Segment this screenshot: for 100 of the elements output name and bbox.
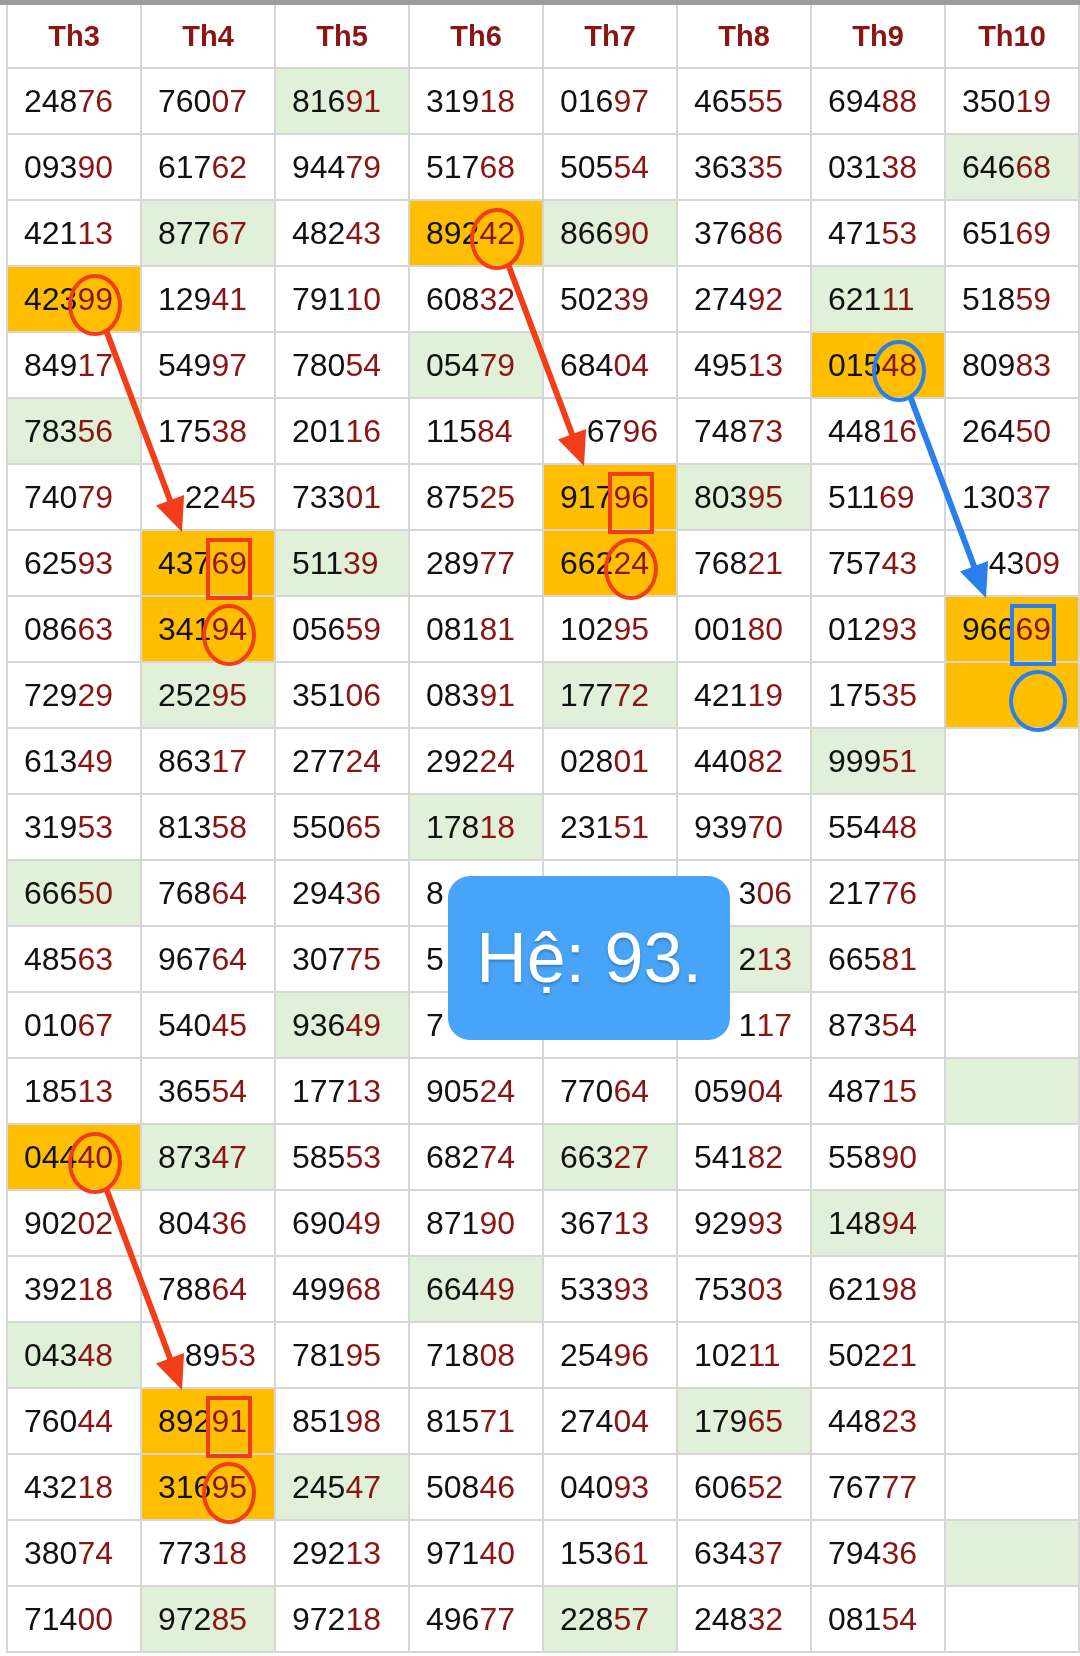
table-cell: 08154 <box>812 1587 946 1653</box>
table-cell: 02801 <box>544 729 678 795</box>
table-cell: 78195 <box>276 1323 410 1389</box>
table-cell: 17713 <box>276 1059 410 1125</box>
table-cell: 55448 <box>812 795 946 861</box>
table-cell: 62198 <box>812 1257 946 1323</box>
table-cell: 93649 <box>276 993 410 1059</box>
table-cell: 54182 <box>678 1125 812 1191</box>
column-header: Th6 <box>410 5 544 69</box>
table-cell: 94479 <box>276 135 410 201</box>
table-cell: 86690 <box>544 201 678 267</box>
table-cell: 58553 <box>276 1125 410 1191</box>
table-cell: 46555 <box>678 69 812 135</box>
table-cell: 74079 <box>8 465 142 531</box>
table-cell: 44823 <box>812 1389 946 1455</box>
table-cell: 29213 <box>276 1521 410 1587</box>
table-cell: 51169 <box>812 465 946 531</box>
table-cell: 36335 <box>678 135 812 201</box>
table-cell: 53393 <box>544 1257 678 1323</box>
table-cell: 51139 <box>276 531 410 597</box>
table-cell: 25295 <box>142 663 276 729</box>
table-cell: 05479 <box>410 333 544 399</box>
table-cell: 22857 <box>544 1587 678 1653</box>
table-cell: 20116 <box>276 399 410 465</box>
table-cell: 87354 <box>812 993 946 1059</box>
table-cell: 69488 <box>812 69 946 135</box>
table-cell: 11584 <box>410 399 544 465</box>
table-cell: 21776 <box>812 861 946 927</box>
table-cell: 17538 <box>142 399 276 465</box>
column-header: Th3 <box>8 5 142 69</box>
table-cell: 50846 <box>410 1455 544 1521</box>
table-cell: 97140 <box>410 1521 544 1587</box>
table-cell: 54997 <box>142 333 276 399</box>
table-cell: 04093 <box>544 1455 678 1521</box>
table-cell: 24547 <box>276 1455 410 1521</box>
table-cell: 05659 <box>276 597 410 663</box>
table-cell: 31918 <box>410 69 544 135</box>
table-cell: 96764 <box>142 927 276 993</box>
table-cell: 50221 <box>812 1323 946 1389</box>
table-cell: 76864 <box>142 861 276 927</box>
table-cell: 17772 <box>544 663 678 729</box>
table-cell: 51859 <box>946 267 1080 333</box>
table-cell: 90524 <box>410 1059 544 1125</box>
table-cell: 17965 <box>678 1389 812 1455</box>
table-cell: 44816 <box>812 399 946 465</box>
table-cell: 99951 <box>812 729 946 795</box>
table-cell: 29436 <box>276 861 410 927</box>
table-cell: 75743 <box>812 531 946 597</box>
table-cell: 05904 <box>678 1059 812 1125</box>
table-cell: 27724 <box>276 729 410 795</box>
table-cell: 25496 <box>544 1323 678 1389</box>
table-cell: 01697 <box>544 69 678 135</box>
column-header: Th4 <box>142 5 276 69</box>
table-cell: 60652 <box>678 1455 812 1521</box>
table-cell: 78356 <box>8 399 142 465</box>
table-cell: 37686 <box>678 201 812 267</box>
table-cell: 81571 <box>410 1389 544 1455</box>
table-cell: 66327 <box>544 1125 678 1191</box>
column-header: Th7 <box>544 5 678 69</box>
column-header: Th8 <box>678 5 812 69</box>
table-cell: 61349 <box>8 729 142 795</box>
table-cell: 24876 <box>8 69 142 135</box>
table-cell: 04348 <box>8 1323 142 1389</box>
table-cell: 80983 <box>946 333 1080 399</box>
column-header: Th9 <box>812 5 946 69</box>
table-cell: 81691 <box>276 69 410 135</box>
popup-label: Hệ: 93. <box>448 876 730 1040</box>
table-cell: 66449 <box>410 1257 544 1323</box>
table-cell: 09390 <box>8 135 142 201</box>
table-cell: 76777 <box>812 1455 946 1521</box>
table-cell: 13037 <box>946 465 1080 531</box>
table-cell: 50239 <box>544 267 678 333</box>
table-cell: 93970 <box>678 795 812 861</box>
table-cell: 48563 <box>8 927 142 993</box>
table-cell: 71808 <box>410 1323 544 1389</box>
table-cell: 01067 <box>8 993 142 1059</box>
table-cell: 97218 <box>276 1587 410 1653</box>
table-cell: 36713 <box>544 1191 678 1257</box>
table-cell: 62111 <box>812 267 946 333</box>
column-header: Th10 <box>946 5 1080 69</box>
table-cell: 80436 <box>142 1191 276 1257</box>
table-cell: 66581 <box>812 927 946 993</box>
table-cell: 66650 <box>8 861 142 927</box>
table-cell: 79110 <box>276 267 410 333</box>
table-cell: 90202 <box>8 1191 142 1257</box>
table-cell: 24832 <box>678 1587 812 1653</box>
table-cell: 14894 <box>812 1191 946 1257</box>
table-cell: 97285 <box>142 1587 276 1653</box>
table-cell: 69049 <box>276 1191 410 1257</box>
table-cell: 26450 <box>946 399 1080 465</box>
table-cell: 64668 <box>946 135 1080 201</box>
table-cell: 80395 <box>678 465 812 531</box>
table-cell: 38074 <box>8 1521 142 1587</box>
table-cell: 76821 <box>678 531 812 597</box>
table-cell: 87347 <box>142 1125 276 1191</box>
table-cell: 65169 <box>946 201 1080 267</box>
table-cell: 68404 <box>544 333 678 399</box>
table-cell: 42119 <box>678 663 812 729</box>
table-cell: 17818 <box>410 795 544 861</box>
table-cell: 63437 <box>678 1521 812 1587</box>
